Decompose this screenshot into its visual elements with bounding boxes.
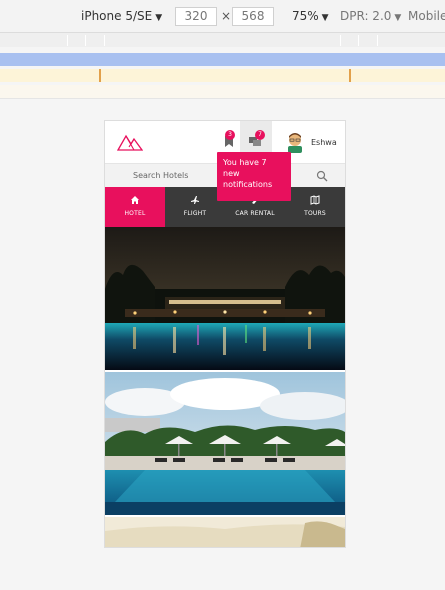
media-query-bar-min[interactable] xyxy=(0,69,445,82)
media-query-marker xyxy=(99,69,101,82)
beach-image xyxy=(105,517,345,547)
media-query-divider xyxy=(340,35,341,46)
tab-label: CAR RENTAL xyxy=(235,210,275,217)
mobile-select[interactable]: Mobile xyxy=(408,9,445,23)
home-icon xyxy=(131,196,139,204)
dropdown-arrow-icon: ▼ xyxy=(394,13,402,23)
day-pool-image xyxy=(105,372,345,515)
hotel-photo[interactable] xyxy=(105,372,345,515)
tab-tours[interactable]: TOURS xyxy=(285,187,345,227)
notification-badge: 7 xyxy=(255,130,265,140)
media-query-divider xyxy=(104,35,105,46)
width-input[interactable]: 320 xyxy=(175,7,217,26)
search-icon[interactable] xyxy=(316,170,328,182)
media-query-divider xyxy=(85,35,86,46)
plane-icon xyxy=(191,196,199,204)
media-query-marker xyxy=(349,69,351,82)
dropdown-arrow-icon: ▼ xyxy=(321,13,329,23)
ruler-bar xyxy=(0,85,445,99)
media-query-divider xyxy=(67,35,68,46)
hotel-photo[interactable] xyxy=(105,227,345,370)
height-input[interactable]: 568 xyxy=(232,7,274,26)
zoom-value: 75% xyxy=(292,9,319,23)
media-query-bar-max[interactable] xyxy=(0,33,445,47)
tab-label: FLIGHT xyxy=(183,210,207,217)
bookmark-badge: 3 xyxy=(225,130,235,140)
notification-tooltip: You have 7 new notifications xyxy=(217,152,291,201)
hotel-photo[interactable] xyxy=(105,517,345,547)
tab-hotel[interactable]: HOTEL xyxy=(105,187,165,227)
times-sign: × xyxy=(221,9,232,23)
tab-label: TOURS xyxy=(304,210,326,217)
media-query-divider xyxy=(377,35,378,46)
zoom-select[interactable]: 75% ▼ xyxy=(292,9,329,23)
tab-flight[interactable]: FLIGHT xyxy=(165,187,225,227)
night-pool-image xyxy=(105,227,345,370)
device-name: iPhone 5/SE xyxy=(81,9,153,23)
device-toolbar: iPhone 5/SE ▼ 320 × 568 75% ▼ DPR: 2.0 ▼ Mo… xyxy=(0,0,445,33)
dpr-value: DPR: 2.0 xyxy=(340,9,392,23)
media-query-divider xyxy=(358,35,359,46)
dropdown-arrow-icon: ▼ xyxy=(155,13,163,23)
avatar[interactable] xyxy=(285,131,305,153)
dpr-select[interactable]: DPR: 2.0 ▼ xyxy=(340,9,401,23)
media-query-bar-range[interactable] xyxy=(0,53,445,66)
user-name[interactable]: Eshwa xyxy=(311,138,337,147)
tab-label: HOTEL xyxy=(124,210,146,217)
logo-icon[interactable] xyxy=(117,133,143,151)
device-select[interactable]: iPhone 5/SE ▼ xyxy=(81,9,162,23)
map-icon xyxy=(310,195,320,205)
device-viewport: 3 7 Eshwa You have 7 new notifications S… xyxy=(104,120,346,548)
